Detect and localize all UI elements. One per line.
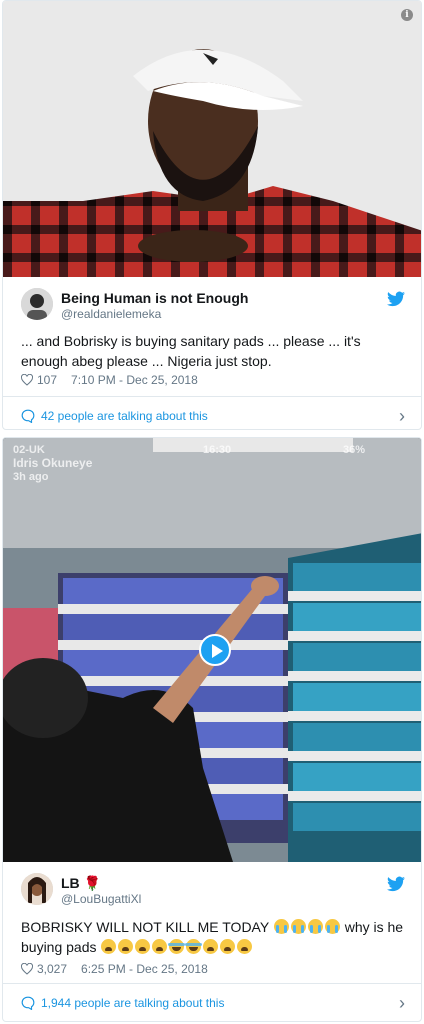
- heart-icon[interactable]: [21, 374, 33, 386]
- crying-emoji: [273, 919, 289, 934]
- chat-bubble-icon: [21, 996, 35, 1010]
- crying-emoji: [290, 919, 306, 934]
- weary-emoji: [203, 939, 219, 954]
- tweet-author: LB 🌹 @LouBugattiXl: [3, 862, 421, 910]
- joy-emoji: [168, 939, 186, 954]
- author-handle[interactable]: @LouBugattiXl: [61, 892, 141, 906]
- joy-emoji: [185, 939, 203, 954]
- weary-emoji: [118, 939, 134, 954]
- avatar[interactable]: [21, 288, 53, 320]
- tweet-media-image[interactable]: i: [3, 1, 421, 277]
- man-in-plaid-shirt-photo: [3, 1, 421, 277]
- author-handle[interactable]: @realdanielemeka: [61, 307, 161, 321]
- author-display-name[interactable]: LB 🌹: [61, 875, 101, 892]
- chevron-right-icon: ›: [399, 992, 405, 1013]
- info-icon[interactable]: i: [401, 9, 413, 21]
- tweet-card[interactable]: 02-UK 16:30 36% Idris Okuneye 3h ago LB …: [2, 437, 422, 1022]
- chat-bubble-icon: [21, 409, 35, 423]
- video-overlay-carrier: 02-UK: [13, 444, 45, 456]
- talking-about-text: 1,944 people are talking about this: [41, 995, 225, 1010]
- author-name-text: LB: [61, 875, 80, 891]
- crying-emoji: [307, 919, 323, 934]
- video-overlay-ago: 3h ago: [13, 471, 49, 483]
- tweet-text: ... and Bobrisky is buying sanitary pads…: [21, 333, 361, 369]
- talking-about-link[interactable]: 1,944 people are talking about this ›: [3, 983, 421, 1021]
- tweet-text-start: BOBRISKY WILL NOT KILL ME TODAY: [21, 919, 269, 935]
- rose-emoji: 🌹: [83, 876, 101, 892]
- tweet-timestamp[interactable]: 6:25 PM - Dec 25, 2018: [81, 962, 208, 976]
- tweet-text: BOBRISKY WILL NOT KILL ME TODAY why is h…: [21, 917, 407, 957]
- avatar[interactable]: [21, 873, 53, 905]
- tweet-meta: 3,027 6:25 PM - Dec 25, 2018: [21, 962, 208, 976]
- talking-about-link[interactable]: 42 people are talking about this ›: [3, 396, 421, 429]
- twitter-bird-icon[interactable]: [387, 291, 405, 307]
- tweet-author: Being Human is not Enough @realdanieleme…: [3, 277, 421, 325]
- play-icon[interactable]: [199, 634, 231, 666]
- chevron-right-icon: ›: [399, 405, 405, 426]
- like-count: 3,027: [37, 962, 68, 976]
- weary-emoji: [135, 939, 151, 954]
- tweet-timestamp[interactable]: 7:10 PM - Dec 25, 2018: [71, 373, 198, 387]
- tweet-card[interactable]: i Being Human is not Enough @realdaniele…: [2, 0, 422, 430]
- weary-emoji: [152, 939, 168, 954]
- tweet-media-video[interactable]: 02-UK 16:30 36% Idris Okuneye 3h ago: [3, 438, 421, 862]
- video-overlay-time: 16:30: [203, 444, 232, 456]
- crying-emoji: [324, 919, 340, 934]
- video-overlay-username: Idris Okuneye: [13, 456, 93, 470]
- video-overlay-battery: 36%: [343, 444, 366, 456]
- tweet-meta: 107 7:10 PM - Dec 25, 2018: [21, 373, 198, 387]
- talking-about-text: 42 people are talking about this: [41, 408, 208, 423]
- weary-emoji: [237, 939, 253, 954]
- author-display-name[interactable]: Being Human is not Enough: [61, 290, 248, 306]
- twitter-bird-icon[interactable]: [387, 876, 405, 892]
- weary-emoji: [101, 939, 117, 954]
- like-count: 107: [37, 373, 58, 387]
- weary-emoji: [220, 939, 236, 954]
- heart-icon[interactable]: [21, 963, 33, 975]
